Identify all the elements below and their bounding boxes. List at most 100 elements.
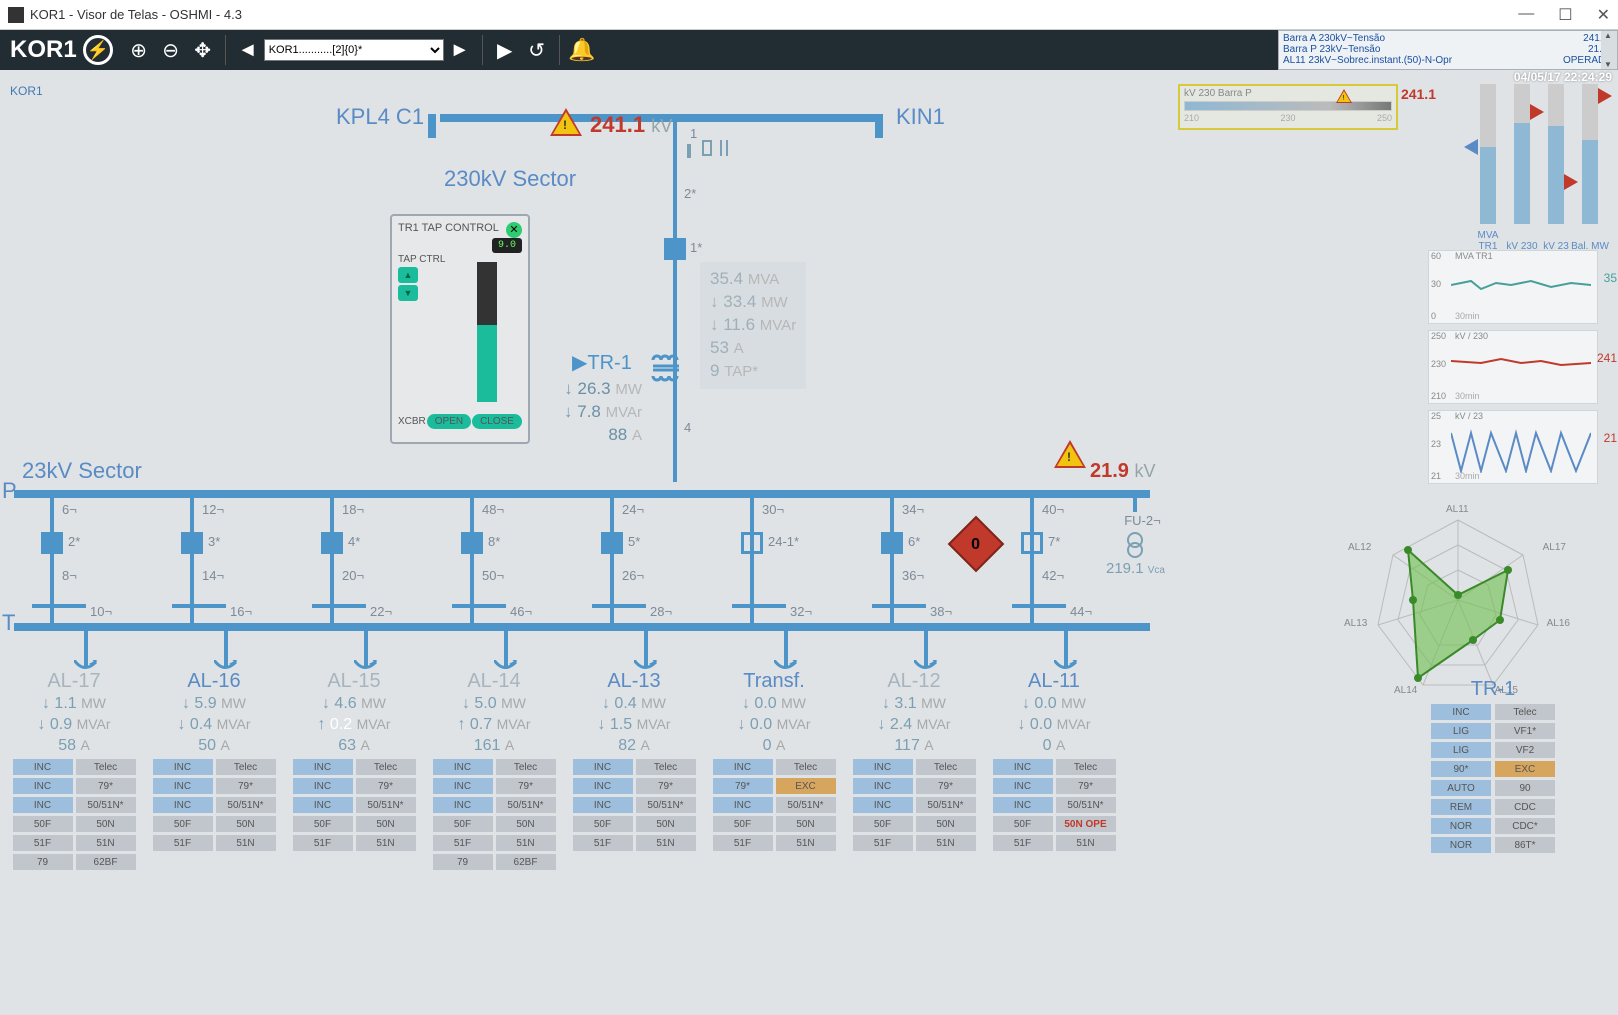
tr1-tag[interactable]: EXC [1495, 761, 1555, 777]
feeder-AL-14: AL-14 ↓ 5.0 MW ↑ 0.7 MVAr 161 A INCTelec… [414, 670, 574, 870]
tr1-tag[interactable]: LIG [1431, 742, 1491, 758]
breaker-feeder-0[interactable] [41, 532, 63, 554]
feeder-AL-11: AL-11 ↓ 0.0 MW ↓ 0.0 MVAr 0 A INCTelec I… [974, 670, 1134, 851]
feeder-AL-16: AL-16 ↓ 5.9 MW ↓ 0.4 MVAr 50 A INCTelec … [134, 670, 294, 851]
node-kin1: KIN1 [896, 104, 945, 130]
zoom-in-button[interactable]: ⊕ [125, 36, 153, 64]
tr1-tag[interactable]: AUTO [1431, 780, 1491, 796]
tr1-tag[interactable]: INC [1431, 704, 1491, 720]
history-button[interactable]: ↺ [523, 36, 551, 64]
sector-230-label: 230kV Sector [444, 166, 576, 192]
feeder-tr1-line [673, 122, 677, 482]
window-controls: — ☐ ✕ [1518, 5, 1610, 25]
fuse-pt: FU-2¬ 219.1 Vca [1106, 496, 1165, 577]
bar-bal-mw: Bal. MW [1582, 84, 1598, 224]
tr1-tag[interactable]: VF1* [1495, 723, 1555, 739]
next-screen-button[interactable]: ► [446, 36, 474, 64]
tr1-tag[interactable]: NOR [1431, 837, 1491, 853]
feeder-AL-13: AL-13 ↓ 0.4 MW ↓ 1.5 MVAr 82 A INCTelec … [554, 670, 714, 851]
tap-bargraph [477, 262, 497, 402]
tr1-tag[interactable]: CDC [1495, 799, 1555, 815]
breaker-feeder-6[interactable] [881, 532, 903, 554]
tr1-tag[interactable]: NOR [1431, 818, 1491, 834]
logo-text: KOR1 [10, 36, 77, 64]
app-icon [8, 7, 24, 23]
feeder-name: Transf. [694, 670, 854, 693]
bus-23kv-P [14, 490, 1150, 498]
close-button[interactable]: ✕ [1597, 5, 1610, 25]
warning-icon: ! [1054, 440, 1086, 468]
feeder-name: AL-16 [134, 670, 294, 693]
xcbr-close-button[interactable]: CLOSE [472, 414, 522, 429]
feeder-name: AL-12 [834, 670, 994, 693]
bar-indicator-group: MVA TR1 kV 230 kV 23 Bal. MW [1480, 84, 1598, 224]
tr1-tag[interactable]: 90* [1431, 761, 1491, 777]
tr1-tag[interactable]: REM [1431, 799, 1491, 815]
xcbr-open-button[interactable]: OPEN [427, 414, 471, 429]
feeder-AL-12: AL-12 ↓ 3.1 MW ↓ 2.4 MVAr 117 A INCTelec… [834, 670, 994, 851]
gauge-track [1184, 101, 1392, 111]
feeder-name: AL-14 [414, 670, 574, 693]
alarm-bell-icon[interactable]: 🔔 [568, 36, 596, 64]
bus-230-kv-value: 241.1 kV [590, 112, 672, 138]
alarm-diamond-icon[interactable]: 0 [948, 516, 1005, 573]
scada-canvas: 04/05/17 22:24:29 KOR1 KPL4 C1 KIN1 ! 24… [0, 70, 1618, 1015]
capacitor-icon [702, 140, 712, 156]
feeder-AL-15: AL-15 ↓ 4.6 MW ↑ 0.2 MVAr 63 A INCTelec … [274, 670, 434, 851]
tap-down-button[interactable]: ▼ [398, 285, 418, 301]
tap-digital-value: 9.0 [492, 238, 522, 253]
lightning-icon: ⚡ [83, 35, 113, 65]
bus-23kv-T [14, 623, 1150, 631]
maximize-button[interactable]: ☐ [1558, 5, 1572, 25]
trend-mva-tr1: 60 30 0 MVA TR1 35.4 30min [1428, 250, 1598, 324]
radar-chart: AL11 AL17 AL16 AL15 AL14 AL13 AL12 [1358, 500, 1558, 700]
feeder-name: AL-13 [554, 670, 714, 693]
tap-up-button[interactable]: ▲ [398, 267, 418, 283]
bar-mva-tr1: MVA TR1 [1480, 84, 1496, 224]
tr1-tag[interactable]: 86T* [1495, 837, 1555, 853]
breaker-feeder-1[interactable] [181, 532, 203, 554]
pan-button[interactable]: ✥ [189, 36, 217, 64]
tr1-tag[interactable]: LIG [1431, 723, 1491, 739]
event-log-panel[interactable]: Barra A 230kV~Tensão241.11 Barra P 23kV~… [1278, 30, 1618, 70]
prev-screen-button[interactable]: ◄ [234, 36, 262, 64]
warning-icon: ! [550, 108, 582, 136]
tr1-tag[interactable]: 90 [1495, 780, 1555, 796]
feeder-name: AL-11 [974, 670, 1134, 693]
feeder-Transf.: Transf. ↓ 0.0 MW ↓ 0.0 MVAr 0 A INCTelec… [694, 670, 854, 851]
event-scrollbar[interactable] [1601, 31, 1617, 69]
breaker-feeder-4[interactable] [601, 532, 623, 554]
minimize-button[interactable]: — [1518, 5, 1534, 25]
tr1-tag[interactable]: CDC* [1495, 818, 1555, 834]
tr1-tag[interactable]: Telec [1495, 704, 1555, 720]
tap-panel-title: TR1 TAP CONTROL [398, 222, 499, 238]
tr1-tag[interactable]: VF2 [1495, 742, 1555, 758]
screen-select[interactable]: KOR1...........[2]{0}* [264, 39, 444, 61]
transformer-icon [648, 352, 688, 388]
zoom-out-button[interactable]: ⊖ [157, 36, 185, 64]
bar-kv-23: kV 23 [1548, 84, 1564, 224]
tr1-label: ▶TR-1 [572, 350, 632, 375]
tr1-primary-meas: 35.4 MVA ↓ 33.4 MW ↓ 11.6 MVAr 53 A 9 TA… [700, 262, 806, 389]
trend-kv-230: 250 230 210 kV / 230 241.1 30min [1428, 330, 1598, 404]
bus-23-kv-value: 21.9 kV [1090, 460, 1156, 483]
sector-23-label: 23kV Sector [22, 458, 142, 484]
bar-kv-230: kV 230 [1514, 84, 1530, 224]
substation-id: KOR1 [10, 84, 43, 98]
node-kpl4: KPL4 C1 [336, 104, 424, 130]
kv-gauge: kV 230 Barra P 210230250 ! 241.1 [1178, 84, 1398, 130]
feeder-AL-17: AL-17 ↓ 1.1 MW ↓ 0.9 MVAr 58 A INCTelec … [0, 670, 154, 870]
datetime-display: 04/05/17 22:24:29 [1514, 70, 1612, 84]
capacitor-icon [720, 140, 728, 156]
breaker-feeder-2[interactable] [321, 532, 343, 554]
breaker-1[interactable] [664, 238, 686, 260]
play-button[interactable]: ▶ [491, 36, 519, 64]
disconnector-icon[interactable] [687, 144, 691, 158]
trend-kv-23: 25 23 21 kV / 23 21.9 30min [1428, 410, 1598, 484]
tap-panel-close-button[interactable]: ✕ [506, 222, 522, 238]
breaker-feeder-7[interactable] [1021, 532, 1043, 554]
tr1-secondary-meas: ↓ 26.3 MW ↓ 7.8 MVAr 88 A [552, 378, 642, 447]
breaker-feeder-3[interactable] [461, 532, 483, 554]
window-title: KOR1 - Visor de Telas - OSHMI - 4.3 [30, 7, 242, 22]
breaker-feeder-5[interactable] [741, 532, 763, 554]
